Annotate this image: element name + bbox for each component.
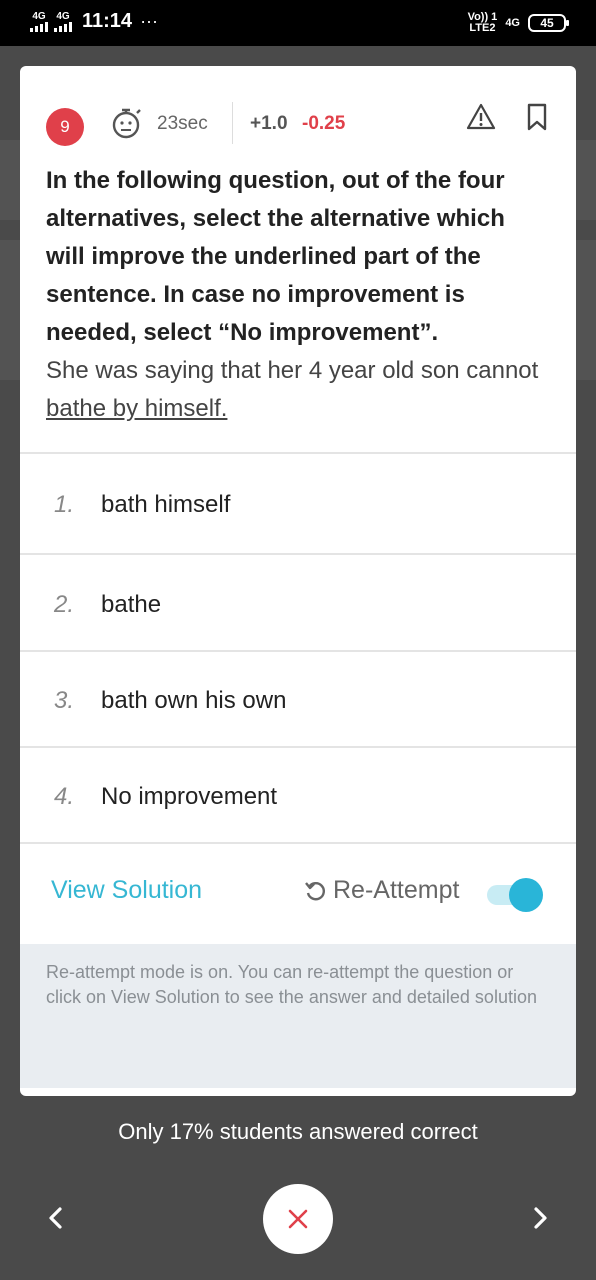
option-text: bath own his own	[101, 687, 287, 714]
option-text: bathe	[101, 591, 162, 618]
option-1[interactable]: 1. bath himself	[20, 454, 576, 550]
option-text: No improvement	[101, 783, 278, 810]
time-spent: 23sec	[157, 113, 208, 134]
positive-marks: +1.0	[250, 113, 288, 134]
option-number: 4.	[54, 783, 75, 810]
close-button[interactable]	[263, 1184, 333, 1254]
divider	[232, 102, 233, 144]
chevron-right-icon[interactable]	[526, 1200, 556, 1236]
option-3[interactable]: 3. bath own his own	[20, 652, 576, 748]
reattempt-note: Re-attempt mode is on. You can re-attemp…	[20, 944, 576, 1088]
network-type: 4G	[505, 17, 520, 29]
stopwatch-icon	[112, 108, 141, 139]
reattempt-label: Re-Attempt	[333, 876, 460, 904]
clock: 11:14	[82, 10, 133, 32]
report-warning-icon[interactable]	[466, 102, 496, 132]
reattempt-icon	[305, 881, 325, 900]
question-text: In the following question, out of the fo…	[46, 162, 546, 428]
divider	[20, 842, 576, 844]
signal-indicator-2: 4G	[54, 11, 72, 32]
reattempt-toggle[interactable]	[487, 878, 543, 912]
option-text: bath himself	[101, 491, 231, 518]
battery-icon: 45	[528, 14, 569, 32]
option-number: 2.	[54, 591, 75, 618]
option-2[interactable]: 2. bathe	[20, 555, 576, 651]
status-bar: 4G 4G 11:14 ··· Vo)) 1 LTE2 4G 45	[0, 0, 596, 46]
close-icon	[288, 1209, 308, 1229]
option-4[interactable]: 4. No improvement	[20, 748, 576, 844]
toggle-knob	[509, 878, 543, 912]
answer-stats: Only 17% students answered correct	[118, 1119, 478, 1144]
view-solution-button[interactable]: View Solution	[51, 876, 202, 905]
question-number-badge: 9	[46, 108, 84, 146]
chevron-left-icon[interactable]	[40, 1200, 70, 1236]
question-sentence: She was saying that her 4 year old son c…	[46, 357, 539, 422]
signal-bars-icon	[30, 21, 48, 32]
reattempt-button[interactable]: Re-Attempt	[303, 876, 459, 905]
option-number: 3.	[54, 687, 75, 714]
bookmark-icon[interactable]	[526, 103, 548, 131]
signal-bars-icon	[54, 21, 72, 32]
question-header: 9 23sec +1.0 -0.25	[20, 66, 576, 156]
negative-marks: -0.25	[302, 113, 346, 134]
option-number: 1.	[54, 491, 75, 518]
question-instruction: In the following question, out of the fo…	[46, 167, 505, 346]
more-notifications-icon: ···	[140, 11, 159, 31]
question-card: 9 23sec +1.0 -0.25 In the following ques…	[20, 66, 576, 1096]
underlined-phrase: bathe by himself.	[46, 395, 228, 422]
signal-indicator-1: 4G	[30, 11, 48, 32]
volte-indicator: Vo)) 1 LTE2	[467, 11, 498, 34]
